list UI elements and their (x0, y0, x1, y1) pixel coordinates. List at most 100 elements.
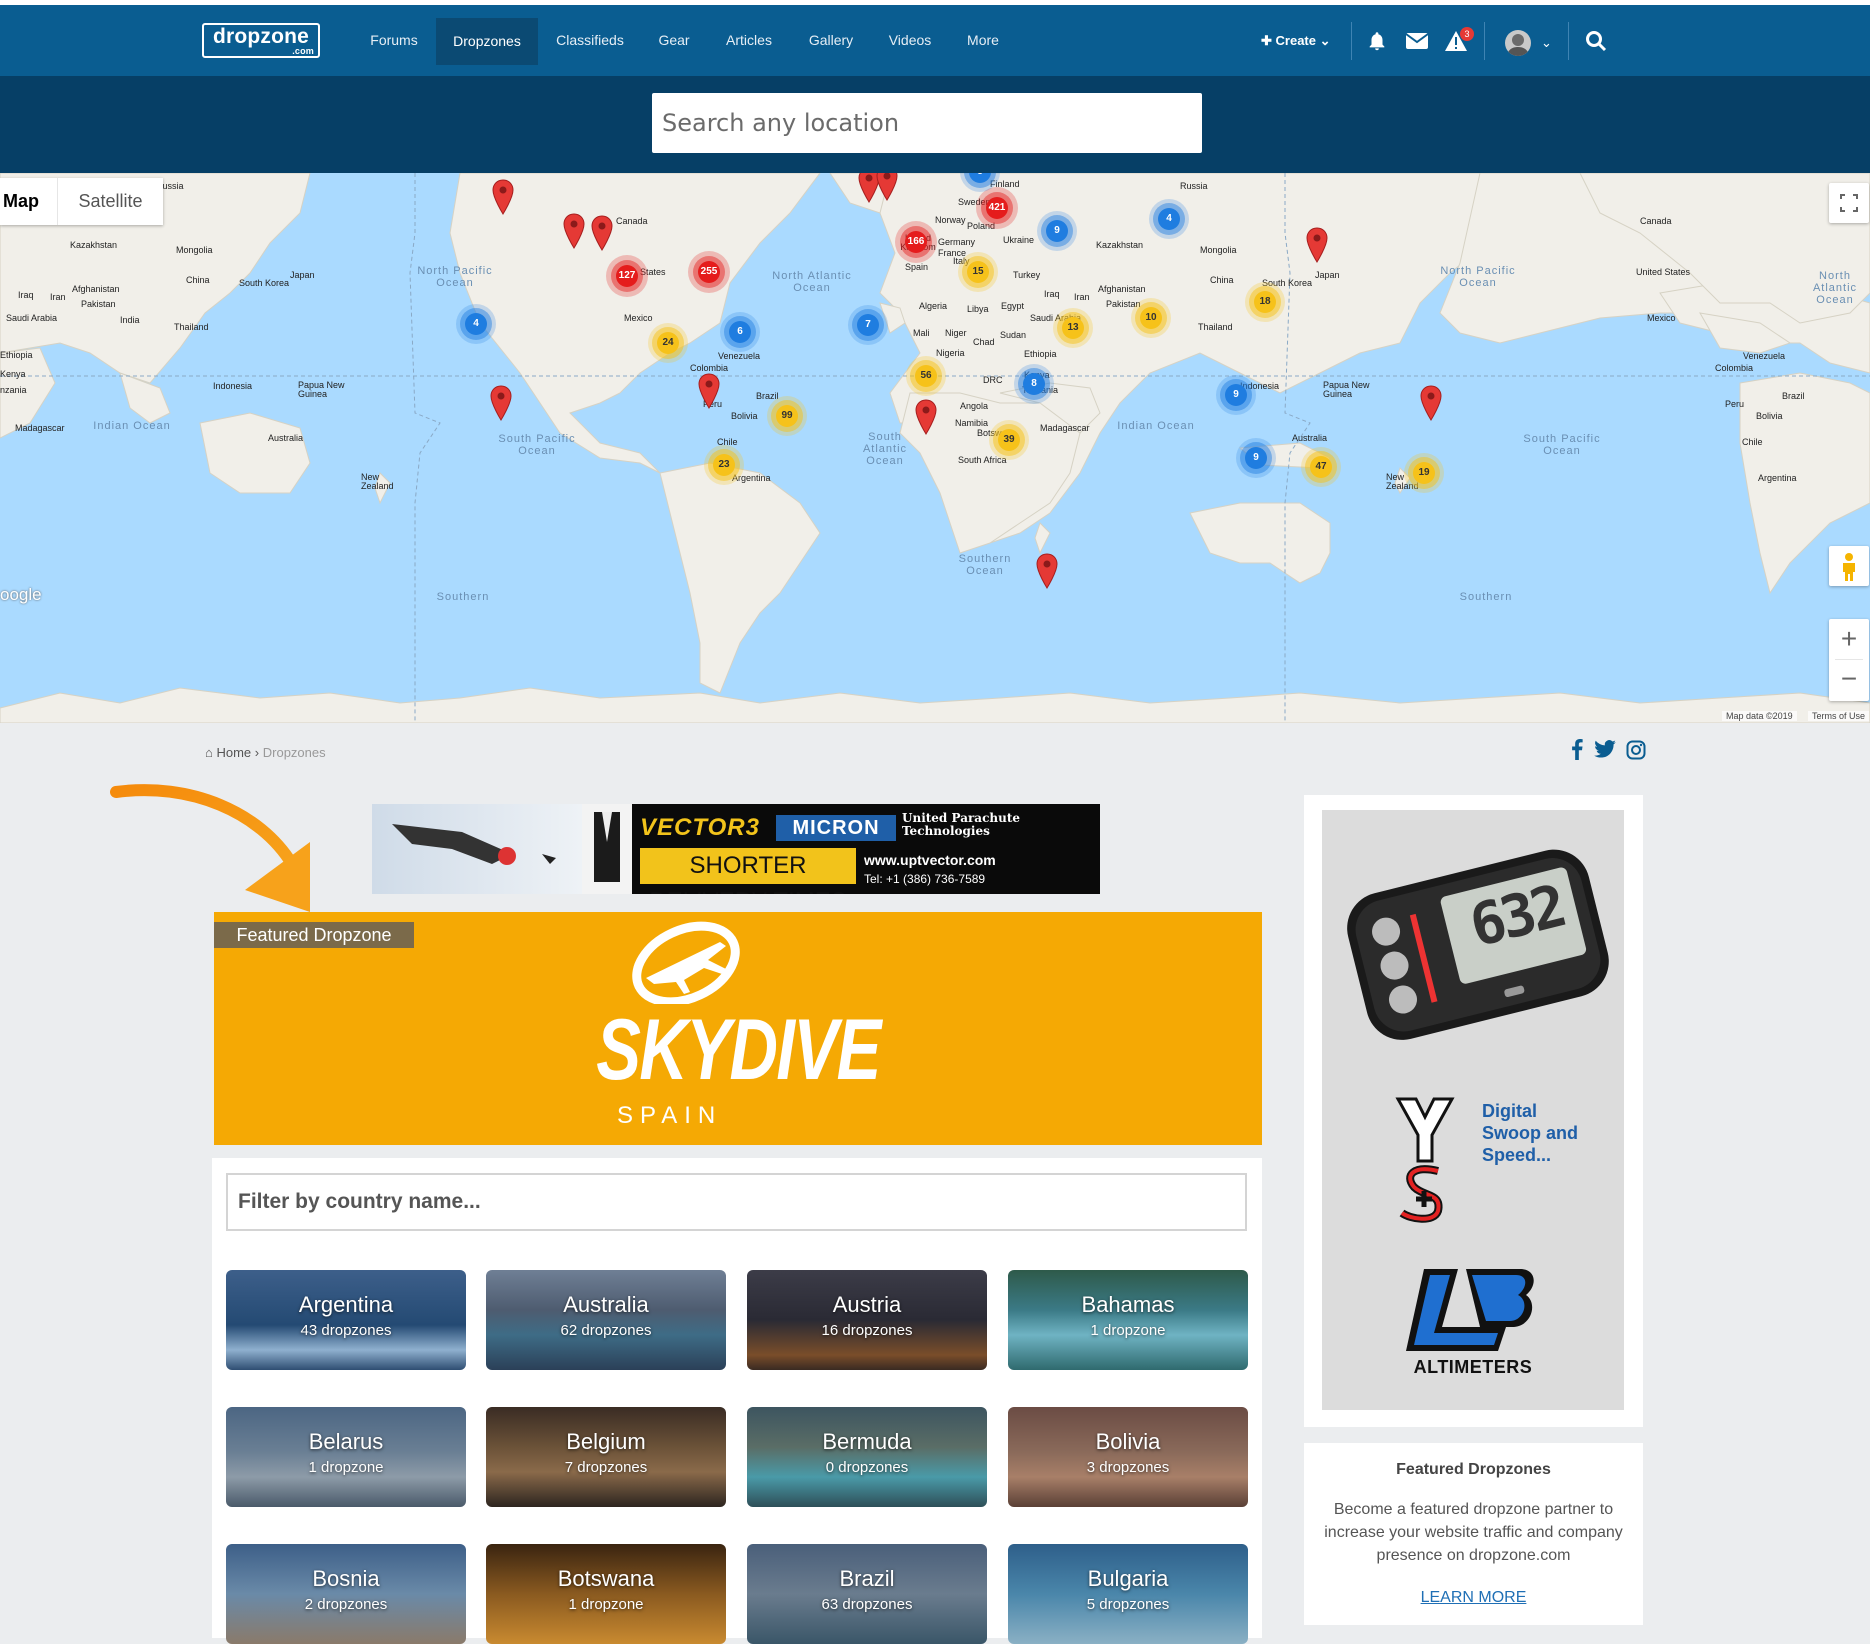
nav-divider (1568, 22, 1569, 60)
place-label: Nigeria (936, 348, 965, 358)
map-pin-icon[interactable] (1420, 385, 1442, 421)
map-cluster[interactable]: 9 (1225, 384, 1247, 406)
zoom-in-button[interactable]: + (1829, 619, 1869, 659)
nav-gear[interactable]: Gear (646, 5, 702, 76)
user-avatar[interactable] (1505, 30, 1531, 56)
site-logo[interactable]: dropzone .com (202, 23, 320, 58)
place-label: Mongolia (176, 245, 213, 255)
country-card[interactable]: Bosnia 2 dropzones (226, 1544, 466, 1644)
country-card[interactable]: Belarus 1 dropzone (226, 1407, 466, 1507)
map-type-map-button[interactable]: Map (0, 178, 57, 225)
map-cluster[interactable]: 99 (776, 405, 798, 427)
country-card[interactable]: Bolivia 3 dropzones (1008, 1407, 1248, 1507)
nav-more[interactable]: More (954, 5, 1012, 76)
map-cluster[interactable]: 13 (1062, 317, 1084, 339)
banner-phone: Tel: +1 (386) 736-7589 (864, 872, 986, 886)
map-cluster[interactable]: 4 (465, 313, 487, 335)
map-pin-icon[interactable] (563, 213, 585, 249)
map-cluster[interactable]: 255 (698, 261, 720, 283)
country-name: Bermuda (822, 1429, 912, 1454)
ad-banner[interactable]: VECTOR3 MICRON United Parachute Technolo… (372, 804, 1100, 894)
map-pin-icon[interactable] (492, 179, 514, 215)
map-cluster[interactable]: 6 (729, 321, 751, 343)
street-view-button[interactable] (1829, 546, 1869, 586)
country-card[interactable]: Belgium 7 dropzones (486, 1407, 726, 1507)
map-cluster[interactable]: 39 (998, 429, 1020, 451)
country-card[interactable]: Botswana 1 dropzone (486, 1544, 726, 1644)
map-cluster[interactable]: 9 (1245, 447, 1267, 469)
place-label: Norway (935, 215, 966, 225)
map-cluster[interactable]: 7 (857, 314, 879, 336)
map-cluster[interactable]: 24 (657, 332, 679, 354)
bell-icon[interactable] (1366, 30, 1388, 57)
place-label: Australia (268, 433, 304, 443)
map-cluster[interactable]: 8 (1023, 373, 1045, 395)
map-cluster[interactable]: 9 (1046, 220, 1068, 242)
featured-box-text: Become a featured dropzone partner to in… (1324, 1501, 1623, 1564)
featured-dropzones-box: Featured Dropzones Become a featured dro… (1304, 1443, 1643, 1625)
world-map[interactable]: North Pacific Ocean North Atlantic Ocean… (0, 173, 1870, 723)
learn-more-link[interactable]: LEARN MORE (1304, 1589, 1643, 1607)
country-card[interactable]: Bulgaria 5 dropzones (1008, 1544, 1248, 1644)
map-type-satellite-button[interactable]: Satellite (57, 178, 163, 225)
country-card[interactable]: Australia 62 dropzones (486, 1270, 726, 1370)
featured-dropzone-label: Featured Dropzone (214, 922, 414, 948)
location-search-input[interactable] (652, 93, 1202, 153)
nav-articles[interactable]: Articles (714, 5, 784, 76)
map-pin-icon[interactable] (876, 173, 898, 201)
map-pin-icon[interactable] (698, 373, 720, 409)
map-pin-icon[interactable] (1306, 227, 1328, 263)
map-cluster[interactable]: 47 (1310, 456, 1332, 478)
facebook-icon[interactable] (1570, 738, 1584, 765)
map-cluster[interactable]: 127 (616, 265, 638, 287)
map-cluster[interactable]: 23 (713, 454, 735, 476)
zoom-out-button[interactable]: − (1829, 660, 1869, 700)
nav-videos[interactable]: Videos (878, 5, 942, 76)
map-pin-icon[interactable] (1036, 553, 1058, 589)
country-card[interactable]: Brazil 63 dropzones (747, 1544, 987, 1644)
place-label: Spain (905, 262, 929, 272)
alert-count-badge: 3 (1460, 27, 1474, 41)
breadcrumb-home[interactable]: Home (216, 745, 251, 760)
country-card[interactable]: Argentina 43 dropzones (226, 1270, 466, 1370)
country-count: 5 dropzones (1086, 1596, 1170, 1613)
fullscreen-button[interactable] (1829, 183, 1869, 223)
map-pin-icon[interactable] (591, 215, 613, 251)
home-icon: ⌂ (205, 745, 213, 760)
nav-gallery[interactable]: Gallery (798, 5, 864, 76)
country-card[interactable]: Austria 16 dropzones (747, 1270, 987, 1370)
map-cluster[interactable]: 18 (1254, 291, 1276, 313)
country-name: Belgium (566, 1429, 646, 1454)
place-label: Libya (967, 304, 989, 314)
map-cluster[interactable]: 166 (905, 231, 927, 253)
search-icon[interactable] (1585, 30, 1607, 57)
map-cluster[interactable]: 4 (1158, 208, 1180, 230)
nav-forums[interactable]: Forums (356, 5, 432, 76)
map-cluster[interactable]: 421 (986, 197, 1008, 219)
country-card[interactable]: Bermuda 0 dropzones (747, 1407, 987, 1507)
country-card[interactable]: Bahamas 1 dropzone (1008, 1270, 1248, 1370)
ocean-label: Southern Ocean (958, 553, 1012, 577)
twitter-icon[interactable] (1594, 740, 1616, 763)
map-pin-icon[interactable] (915, 399, 937, 435)
vector3-logo: VECTOR3 (640, 814, 760, 841)
map-pin-icon[interactable] (490, 385, 512, 421)
nav-classifieds[interactable]: Classifieds (546, 5, 634, 76)
country-name: Bahamas (1081, 1292, 1175, 1317)
place-label: Afghanistan (1098, 284, 1146, 294)
map-cluster[interactable]: 19 (1413, 462, 1435, 484)
map-cluster[interactable]: 15 (967, 261, 989, 283)
map-cluster[interactable]: 56 (915, 365, 937, 387)
place-label: Pakistan (1106, 299, 1141, 309)
mail-icon[interactable] (1405, 31, 1429, 56)
country-filter-input[interactable] (226, 1173, 1247, 1231)
chevron-down-icon[interactable]: ⌄ (1541, 35, 1552, 51)
country-count: 0 dropzones (825, 1459, 909, 1476)
place-label: Mexico (1647, 313, 1676, 323)
create-menu[interactable]: ✚ Create ⌄ (1261, 33, 1331, 49)
terms-link[interactable]: Terms of Use (1808, 711, 1870, 721)
instagram-icon[interactable] (1626, 740, 1646, 765)
map-cluster[interactable]: 10 (1140, 307, 1162, 329)
nav-dropzones[interactable]: Dropzones (436, 18, 538, 65)
sidebar-ad[interactable]: 632 Digital Swoop and Speed... ALTIMETER… (1322, 810, 1624, 1410)
